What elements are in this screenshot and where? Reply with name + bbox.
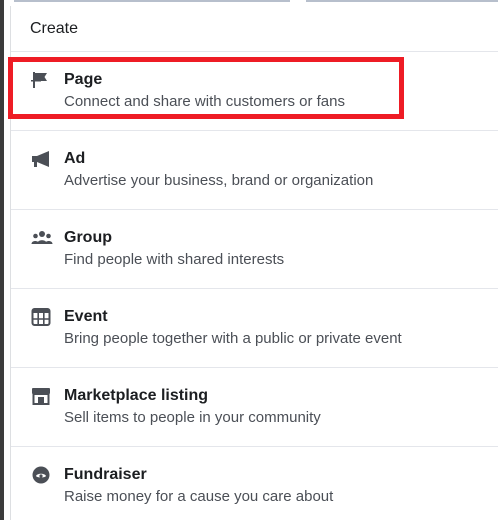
fundraiser-icon bbox=[31, 465, 53, 485]
menu-item-description: Advertise your business, brand or organi… bbox=[64, 172, 374, 189]
menu-item-page[interactable]: Page Connect and share with customers or… bbox=[11, 52, 498, 131]
top-edge-segment bbox=[306, 0, 498, 2]
menu-item-title: Event bbox=[64, 308, 108, 325]
top-edge bbox=[0, 0, 498, 4]
storefront-icon bbox=[31, 386, 53, 406]
menu-item-ad[interactable]: Ad Advertise your business, brand or org… bbox=[11, 131, 498, 210]
menu-item-group[interactable]: Group Find people with shared interests bbox=[11, 210, 498, 289]
menu-item-description: Sell items to people in your community bbox=[64, 409, 321, 426]
menu-item-title: Ad bbox=[64, 150, 86, 167]
menu-item-description: Raise money for a cause you care about bbox=[64, 488, 334, 505]
menu-item-title: Marketplace listing bbox=[64, 387, 209, 404]
calendar-icon bbox=[31, 307, 53, 327]
create-dropdown-menu: Create Page Connect and share with custo… bbox=[10, 6, 498, 520]
menu-item-title: Page bbox=[64, 71, 103, 88]
background-edge bbox=[0, 0, 4, 520]
menu-item-marketplace-listing[interactable]: Marketplace listing Sell items to people… bbox=[11, 368, 498, 447]
menu-item-title: Group bbox=[64, 229, 112, 246]
create-menu-screenshot: Create Page Connect and share with custo… bbox=[0, 0, 498, 520]
menu-item-description: Bring people together with a public or p… bbox=[64, 330, 402, 347]
group-icon bbox=[31, 228, 53, 248]
menu-header: Create bbox=[11, 6, 498, 52]
menu-item-event[interactable]: Event Bring people together with a publi… bbox=[11, 289, 498, 368]
menu-item-description: Connect and share with customers or fans bbox=[64, 93, 345, 110]
menu-item-title: Fundraiser bbox=[64, 466, 147, 483]
menu-item-fundraiser[interactable]: Fundraiser Raise money for a cause you c… bbox=[11, 447, 498, 520]
flag-icon bbox=[31, 70, 53, 90]
menu-item-description: Find people with shared interests bbox=[64, 251, 285, 268]
top-edge-segment bbox=[14, 0, 290, 2]
megaphone-icon bbox=[31, 149, 53, 169]
